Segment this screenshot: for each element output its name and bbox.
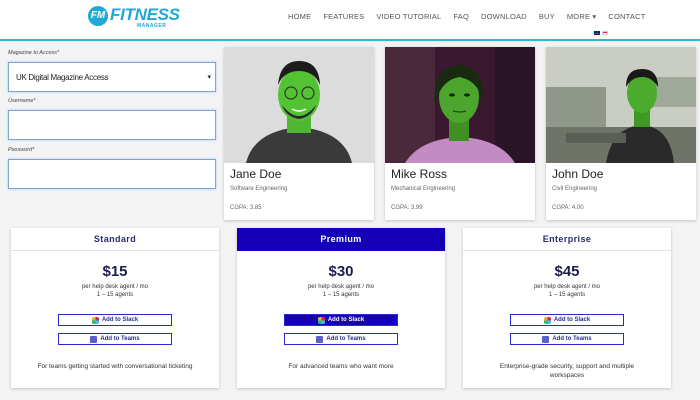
- button-label: Add to Teams: [100, 336, 140, 342]
- access-form: Magazine to Access* UK Digital Magazine …: [8, 50, 216, 196]
- password-label: Password*: [8, 147, 35, 153]
- nav-contact[interactable]: CONTACT: [608, 12, 645, 21]
- add-to-slack-button[interactable]: Add to Slack: [284, 314, 398, 326]
- teams-icon: [90, 335, 98, 343]
- username-label: Username*: [8, 98, 36, 104]
- teams-icon: [316, 335, 324, 343]
- button-label: Add to Teams: [326, 336, 366, 342]
- logo-subtitle: MANAGER: [137, 23, 167, 29]
- plan-description: Enterprise-grade security, support and m…: [499, 363, 635, 379]
- add-to-teams-button[interactable]: Add to Teams: [284, 333, 398, 345]
- profile-name: John Doe: [552, 167, 604, 181]
- logo-name: FITNESS: [110, 5, 180, 24]
- add-to-teams-button[interactable]: Add to Teams: [58, 333, 172, 345]
- slack-icon: [543, 316, 551, 324]
- pricing-card-premium: Premium $30 per help desk agent / mo 1 –…: [237, 228, 445, 388]
- profile-role: Software Engineering: [230, 186, 288, 192]
- button-label: Add to Slack: [327, 317, 365, 323]
- site-header: FM FITNESS MANAGER HOME FEATURES VIDEO T…: [0, 0, 700, 41]
- chevron-down-icon: ▾: [207, 74, 211, 81]
- plan-price: $45: [554, 263, 580, 280]
- plan-price: $30: [328, 263, 354, 280]
- nav-buy[interactable]: BUY: [539, 12, 555, 21]
- nav-video-tutorial[interactable]: VIDEO TUTORIAL: [376, 12, 441, 21]
- teams-icon: [542, 335, 550, 343]
- slack-icon: [317, 316, 325, 324]
- add-to-slack-button[interactable]: Add to Slack: [510, 314, 624, 326]
- logo-mark-icon: FM: [88, 6, 108, 26]
- plan-unit: per help desk agent / mo: [307, 284, 375, 290]
- plan-name: Premium: [237, 228, 445, 251]
- plan-agents: 1 – 15 agents: [96, 292, 134, 298]
- profile-name: Jane Doe: [230, 167, 282, 181]
- nav-home[interactable]: HOME: [288, 12, 311, 21]
- plan-description: For advanced teams who want more: [288, 363, 394, 370]
- profile-gpa: CGPA: 4.00: [552, 205, 584, 211]
- magazine-select-value: UK Digital Magazine Access: [16, 73, 109, 82]
- username-field[interactable]: [8, 110, 216, 140]
- logo[interactable]: FM FITNESS MANAGER: [88, 6, 180, 30]
- profile-gpa: CGPA: 3.99: [391, 205, 423, 211]
- button-label: Add to Slack: [553, 317, 591, 323]
- nav-download[interactable]: DOWNLOAD: [481, 12, 527, 21]
- slack-icon: [91, 316, 99, 324]
- plan-unit: per help desk agent / mo: [81, 284, 149, 290]
- profile-role: Mechanical Engineering: [391, 186, 456, 192]
- alt-language-flag-icon[interactable]: [602, 31, 608, 35]
- profile-photo: [546, 47, 696, 163]
- uk-flag-icon[interactable]: [594, 31, 600, 35]
- plan-name: Standard: [11, 228, 219, 251]
- nav-more[interactable]: MORE ▾: [567, 12, 597, 21]
- profile-photo: [224, 47, 374, 163]
- pricing-card-standard: Standard $15 per help desk agent / mo 1 …: [11, 228, 219, 388]
- plan-unit: per help desk agent / mo: [533, 284, 601, 290]
- magazine-label: Magazine to Access*: [8, 50, 60, 56]
- plan-price: $15: [102, 263, 128, 280]
- profile-name: Mike Ross: [391, 167, 448, 181]
- plan-agents: 1 – 15 agents: [548, 292, 586, 298]
- password-field[interactable]: [8, 159, 216, 189]
- page: FM FITNESS MANAGER HOME FEATURES VIDEO T…: [0, 0, 700, 400]
- profile-card[interactable]: Mike Ross Mechanical Engineering CGPA: 3…: [385, 47, 535, 220]
- profile-photo: [385, 47, 535, 163]
- plan-name: Enterprise: [463, 228, 671, 251]
- profile-card[interactable]: Jane Doe Software Engineering CGPA: 3.85: [224, 47, 374, 220]
- main-nav: HOME FEATURES VIDEO TUTORIAL FAQ DOWNLOA…: [288, 12, 658, 21]
- profile-card[interactable]: John Doe Civil Engineering CGPA: 4.00: [546, 47, 696, 220]
- nav-faq[interactable]: FAQ: [453, 12, 469, 21]
- profile-gpa: CGPA: 3.85: [230, 205, 262, 211]
- plan-description: For teams getting started with conversat…: [37, 363, 193, 370]
- pricing-card-enterprise: Enterprise $45 per help desk agent / mo …: [463, 228, 671, 388]
- language-flags: [594, 31, 608, 35]
- button-label: Add to Teams: [552, 336, 592, 342]
- magazine-select[interactable]: UK Digital Magazine Access ▾: [8, 62, 216, 92]
- nav-features[interactable]: FEATURES: [323, 12, 364, 21]
- button-label: Add to Slack: [101, 317, 139, 323]
- profile-role: Civil Engineering: [552, 186, 598, 192]
- add-to-teams-button[interactable]: Add to Teams: [510, 333, 624, 345]
- plan-agents: 1 – 15 agents: [322, 292, 360, 298]
- add-to-slack-button[interactable]: Add to Slack: [58, 314, 172, 326]
